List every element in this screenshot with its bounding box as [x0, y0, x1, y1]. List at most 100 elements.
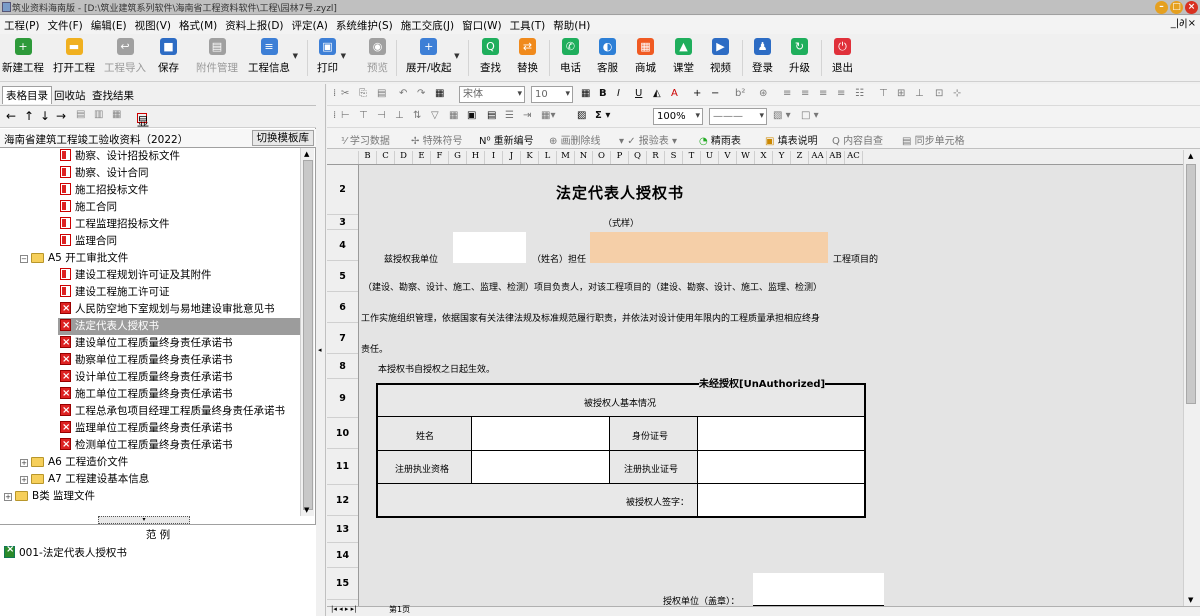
column-header-cell[interactable]: B	[359, 151, 377, 164]
tree-item[interactable]: − A5 开工审批文件	[0, 250, 128, 267]
tree-item[interactable]: 检测单位工程质量终身责任承诺书	[0, 436, 233, 454]
scroll-up-icon[interactable]: ▲	[304, 150, 309, 158]
column-header-cell[interactable]: S	[665, 151, 683, 164]
tree-item[interactable]: 施工单位工程质量终身责任承诺书	[0, 385, 233, 403]
table-header[interactable]: 被授权人基本情况	[584, 396, 656, 409]
find-button[interactable]: Q 查找	[480, 38, 501, 75]
bold-icon[interactable]: B	[599, 88, 607, 99]
column-header-cell[interactable]: F	[431, 151, 449, 164]
chevron-down-icon[interactable]: ▼	[341, 52, 346, 60]
scroll-thumb[interactable]	[303, 160, 313, 510]
video-button[interactable]: ▶ 视频	[710, 38, 731, 75]
column-header-cell[interactable]: W	[737, 151, 755, 164]
sum-icon[interactable]: Σ ▾	[595, 110, 610, 121]
maximize-button[interactable]: □	[1170, 1, 1183, 14]
tree-item[interactable]: 勘察、设计合同	[0, 165, 149, 182]
phone-button[interactable]: ✆ 电话	[560, 38, 581, 75]
minimize-button[interactable]: –	[1155, 1, 1168, 14]
column-header-cell[interactable]: N	[575, 151, 593, 164]
auth-text-prefix[interactable]: 兹授权我单位	[384, 252, 438, 265]
font-color-icon[interactable]: A	[671, 88, 678, 99]
table-insert-icon[interactable]: ▦▾	[541, 110, 555, 121]
row-header-cell[interactable]: 3	[327, 215, 358, 230]
sheet-tab[interactable]: 第1页	[389, 604, 410, 615]
collapse-icon[interactable]: −	[20, 255, 28, 263]
column-header-cell[interactable]: M	[557, 151, 575, 164]
row-header-cell[interactable]: 15	[327, 568, 358, 600]
menu-project[interactable]: 工程(P)	[0, 16, 44, 35]
border-color-icon[interactable]: □ ▾	[801, 110, 819, 121]
row-header-cell[interactable]: 4	[327, 230, 358, 261]
corner-cell[interactable]	[327, 151, 359, 164]
cut-icon[interactable]: ✂	[341, 88, 349, 99]
vertical-splitter[interactable]: ◂	[316, 84, 326, 616]
sheet-nav-icon[interactable]: |◂ ◂ ▸ ▸|	[331, 605, 356, 613]
row-header-cell[interactable]: 8	[327, 354, 358, 379]
project-info-button[interactable]: ≡ 工程信息 ▼	[248, 38, 298, 75]
expand-icon[interactable]: +	[20, 459, 28, 467]
name-field[interactable]	[472, 417, 609, 450]
valign-bottom-icon[interactable]: ⊥	[915, 88, 924, 99]
reg-qual-field[interactable]	[472, 451, 609, 483]
tree-item[interactable]: 工程监理招投标文件	[0, 216, 170, 233]
id-field[interactable]	[698, 417, 864, 450]
arrow-down-icon[interactable]: ↓	[40, 109, 50, 123]
collapse-arrow-icon[interactable]: ◂	[318, 346, 322, 354]
scroll-thumb[interactable]	[1186, 164, 1196, 404]
unit-name-field[interactable]	[453, 232, 526, 263]
menu-evaluate[interactable]: 评定(A)	[288, 16, 332, 35]
close-button[interactable]: ×	[1185, 1, 1198, 14]
column-header-cell[interactable]: C	[377, 151, 395, 164]
column-header-cell[interactable]: D	[395, 151, 413, 164]
chevron-down-icon[interactable]: ▼	[293, 52, 298, 60]
column-header-cell[interactable]: X	[755, 151, 773, 164]
preview-button[interactable]: ◉ 预览	[367, 38, 388, 75]
format-painter-icon[interactable]: ▦	[435, 88, 444, 99]
import-project-button[interactable]: ↩ 工程导入	[104, 38, 146, 75]
copy-icon[interactable]: ▤	[76, 109, 85, 120]
undo-icon[interactable]: ↶	[399, 88, 407, 99]
split-icon[interactable]: ⊹	[953, 88, 961, 99]
tree-item[interactable]: 工程总承包项目经理工程质量终身责任承诺书	[0, 402, 285, 420]
picture-icon[interactable]: ▣	[467, 110, 476, 121]
open-project-button[interactable]: ▬ 打开工程	[53, 38, 95, 75]
tab-catalog[interactable]: 表格目录	[2, 86, 52, 104]
underline-icon[interactable]: U	[635, 88, 642, 99]
line-spacing-icon[interactable]: ☰	[505, 110, 514, 121]
document-title[interactable]: 法定代表人授权书	[556, 182, 684, 203]
attachment-button[interactable]: ▤ 附件管理	[196, 38, 238, 75]
grantor-seal-field[interactable]	[753, 573, 884, 606]
row-header-cell[interactable]: 5	[327, 261, 358, 292]
italic-icon[interactable]: I	[617, 88, 620, 99]
expand-icon[interactable]: +	[4, 493, 12, 501]
redo-icon[interactable]: ↷	[417, 88, 425, 99]
sheet-scrollbar[interactable]: ▲ ▼	[1183, 150, 1200, 606]
cell-icon[interactable]: ▤	[487, 110, 496, 121]
row-header-cell[interactable]: 14	[327, 543, 358, 568]
special-symbol-button[interactable]: ✢ 特殊符号	[411, 132, 463, 147]
valign-top-icon[interactable]: ⊤	[879, 88, 888, 99]
row-header-cell[interactable]: 9	[327, 379, 358, 418]
auth-text-suffix[interactable]: 工程项目的	[833, 252, 878, 265]
column-header-cell[interactable]: E	[413, 151, 431, 164]
column-header-cell[interactable]: T	[683, 151, 701, 164]
align-center-icon[interactable]: ≡	[801, 88, 809, 99]
row-header-cell[interactable]: 10	[327, 418, 358, 449]
filter-icon[interactable]: ▽	[431, 110, 439, 121]
zoom-select[interactable]: 100%	[653, 108, 703, 125]
column-header-cell[interactable]: P	[611, 151, 629, 164]
table-format-icon[interactable]: ▦	[581, 88, 590, 99]
column-header-cell[interactable]: L	[539, 151, 557, 164]
tree-item[interactable]: 人民防空地下室规划与易地建设审批意见书	[0, 300, 275, 318]
special-icon[interactable]: ⊛	[759, 88, 767, 99]
insert-icon[interactable]: +	[693, 88, 701, 99]
scroll-down-icon[interactable]: ▼	[1188, 596, 1193, 604]
tree-item[interactable]: + A7 工程建设基本信息	[0, 471, 149, 488]
justify-icon[interactable]: ≡	[837, 88, 845, 99]
insert-col-icon[interactable]: ⊤	[359, 110, 368, 121]
menu-edit[interactable]: 编辑(E)	[87, 16, 131, 35]
self-check-button[interactable]: Q 内容自查	[832, 132, 883, 147]
menu-window[interactable]: 窗口(W)	[458, 16, 506, 35]
support-button[interactable]: ◐ 客服	[597, 38, 618, 75]
mdi-controls[interactable]: _|∂|×	[1171, 18, 1196, 29]
